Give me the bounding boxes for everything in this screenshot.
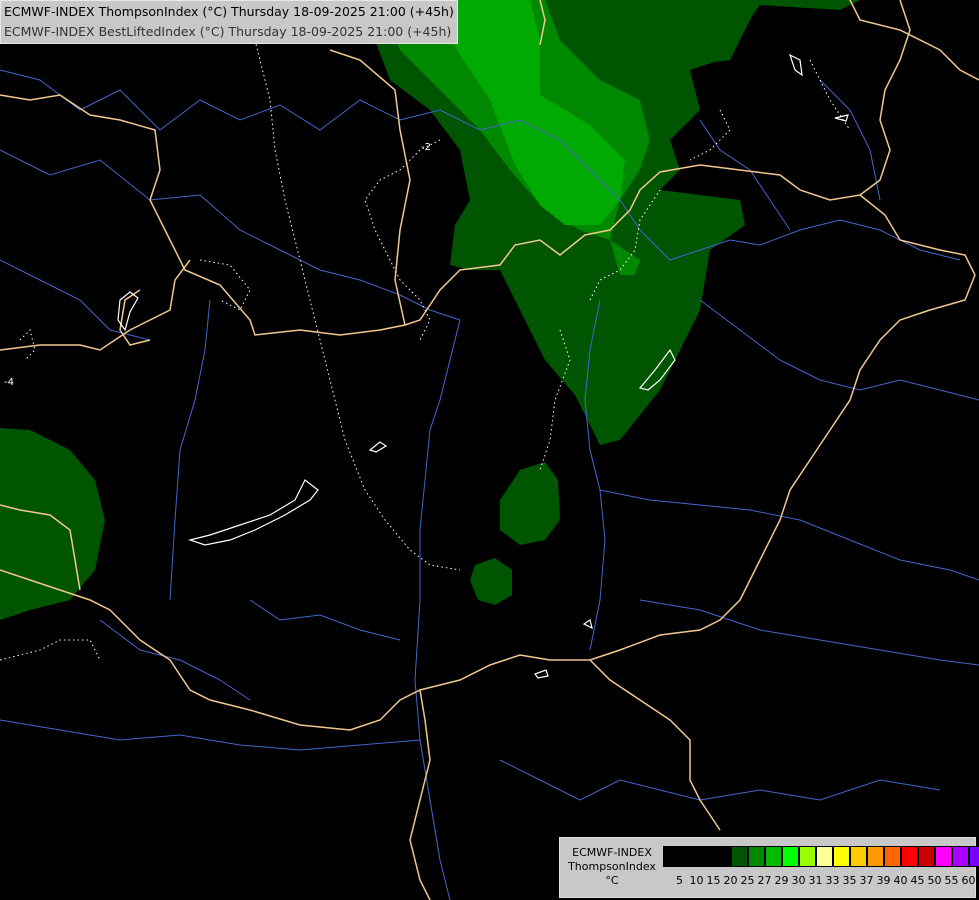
map-canvas: -2 -4	[0, 0, 979, 900]
legend-caption-unit: °C	[605, 874, 619, 887]
legend-swatch-0	[663, 846, 680, 867]
legend-swatch-13	[884, 846, 901, 867]
legend-tick-label: 27	[757, 874, 772, 887]
legend-tick-label: 45	[910, 874, 925, 887]
legend-swatch-18	[969, 846, 979, 867]
legend-ticks: 5 10 15 20 25 27 29 30 31 33 35 37 39 40 45 50 55 60	[663, 874, 977, 888]
legend-swatch-12	[867, 846, 884, 867]
legend-swatch-1	[680, 846, 697, 867]
weather-map: -2 -4 ECMWF-INDEX ThompsonIndex (°C) Thu…	[0, 0, 979, 900]
legend-swatch-8	[799, 846, 816, 867]
legend-tick-label: 33	[825, 874, 840, 887]
legend-swatch-5	[748, 846, 765, 867]
legend-tick-label: 60	[961, 874, 976, 887]
legend-swatch-11	[850, 846, 867, 867]
legend-swatch-16	[935, 846, 952, 867]
legend-swatch-14	[901, 846, 918, 867]
legend-caption: ECMWF-INDEX ThompsonIndex °C	[564, 846, 660, 888]
contour-label-b: -4	[4, 377, 14, 388]
map-title-thompson: ECMWF-INDEX ThompsonIndex (°C) Thursday …	[4, 4, 454, 19]
legend-tick-label: 29	[774, 874, 789, 887]
legend-caption-model: ECMWF-INDEX	[572, 846, 652, 859]
legend-tick-label: 5	[676, 874, 683, 887]
legend-swatch-15	[918, 846, 935, 867]
legend-swatch-2	[697, 846, 714, 867]
legend-tick-label: 25	[740, 874, 755, 887]
legend-swatch-17	[952, 846, 969, 867]
legend-tick-label: 20	[723, 874, 738, 887]
contour-label-a: -2	[421, 142, 431, 153]
legend-tick-label: 30	[791, 874, 806, 887]
legend-tick-label: 55	[944, 874, 959, 887]
legend-caption-param: ThompsonIndex	[568, 860, 656, 873]
legend-swatch-7	[782, 846, 799, 867]
legend-swatch-4	[731, 846, 748, 867]
legend-swatch-10	[833, 846, 850, 867]
legend-swatch-6	[765, 846, 782, 867]
legend-swatches	[663, 846, 979, 867]
lake-balaton-outline	[187, 479, 319, 546]
legend-tick-label: 40	[893, 874, 908, 887]
legend-tick-label: 35	[842, 874, 857, 887]
map-title-box: ECMWF-INDEX ThompsonIndex (°C) Thursday …	[0, 0, 458, 44]
legend-tick-label: 31	[808, 874, 823, 887]
shade-blob-a	[500, 462, 560, 545]
legend-swatch-3	[714, 846, 731, 867]
color-legend: ECMWF-INDEX ThompsonIndex °C 5 10 15 20 25 27…	[559, 837, 979, 898]
legend-tick-label: 50	[927, 874, 942, 887]
map-title-lifted: ECMWF-INDEX BestLiftedIndex (°C) Thursda…	[4, 24, 452, 39]
contours-dotted	[0, 39, 851, 661]
shade-west-dark	[0, 428, 105, 620]
legend-tick-label: 39	[876, 874, 891, 887]
legend-swatch-9	[816, 846, 833, 867]
legend-tick-label: 10	[689, 874, 704, 887]
shade-blob-b	[470, 558, 512, 605]
legend-tick-label: 15	[706, 874, 721, 887]
legend-tick-label: 37	[859, 874, 874, 887]
